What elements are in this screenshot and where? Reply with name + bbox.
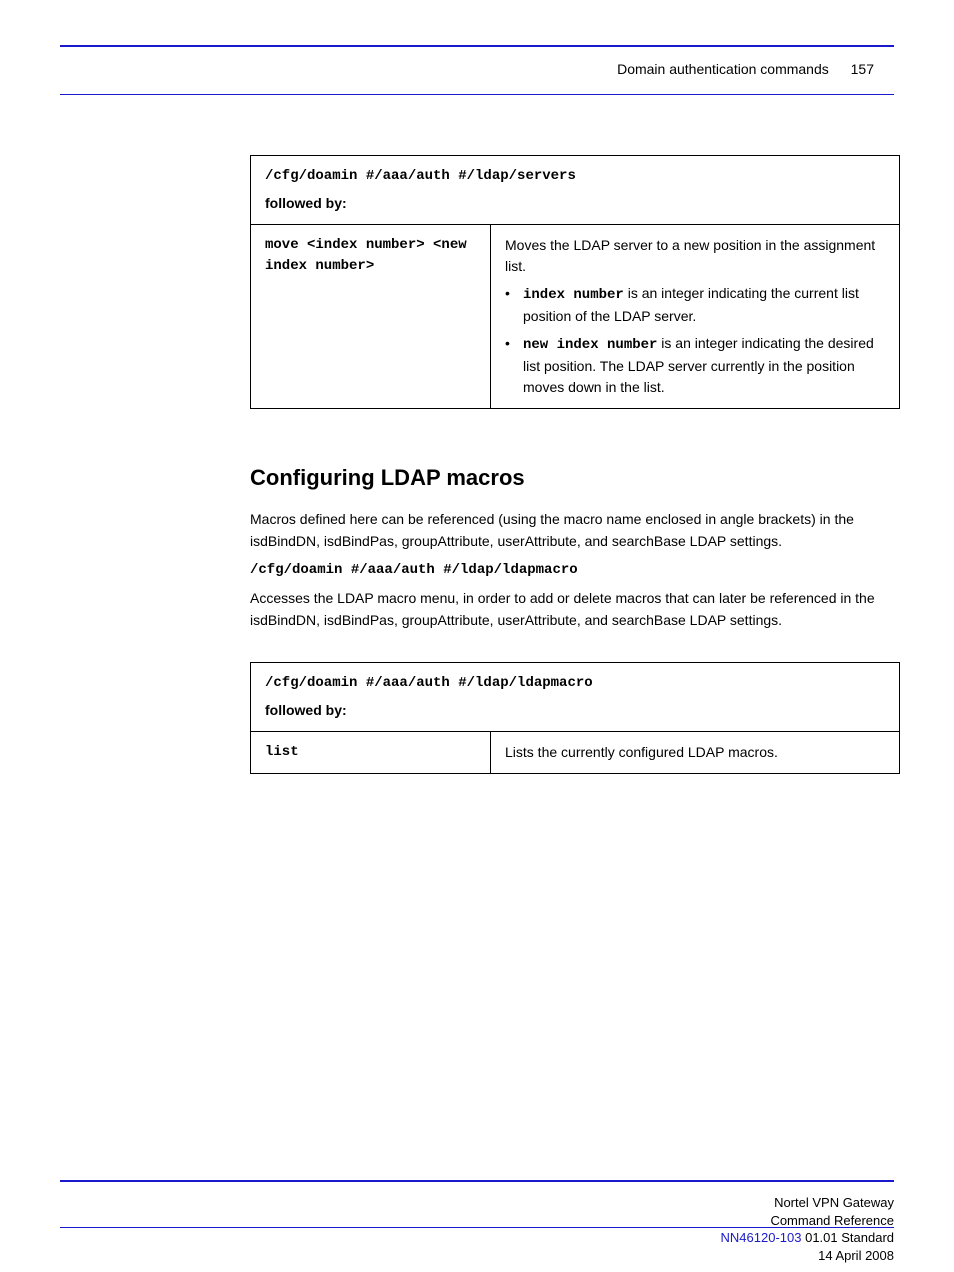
footer-line2: Command Reference [721,1212,894,1230]
footer-text: Nortel VPN Gateway Command Reference NN4… [721,1194,894,1264]
section-command-desc: Accesses the LDAP macro menu, in order t… [250,588,900,631]
table1-r1-bullet2-text: new index number is an integer indicatin… [523,333,885,398]
header-right: Domain authentication commands 157 [617,61,894,77]
header-page-number: 157 [851,61,874,77]
page-header: Domain authentication commands 157 [60,45,894,95]
table1-r1-intro: Moves the LDAP server to a new position … [505,235,885,277]
footer-line1: Nortel VPN Gateway [721,1194,894,1212]
bullet-dot-icon: • [505,333,523,354]
footer-line4: 14 April 2008 [721,1247,894,1265]
table1-row1-left-line1: move <index number> <new [265,235,476,256]
table1-row1-left: move <index number> <new index number> [251,225,491,409]
table1-header-cell: /cfg/doamin #/aaa/auth #/ldap/servers fo… [251,156,900,225]
table2-caption: followed by: [265,700,885,721]
table2-header-cell: /cfg/doamin #/aaa/auth #/ldap/ldapmacro … [251,662,900,731]
table1-r1-b1-label: index number [523,287,624,303]
section-intro-para: Macros defined here can be referenced (u… [250,509,900,552]
footer-doc-rev: 01.01 Standard [805,1230,894,1245]
table1-row1-left-line2: index number> [265,256,476,277]
table2-path: /cfg/doamin #/aaa/auth #/ldap/ldapmacro [265,673,885,694]
table2-row1-left: list [251,731,491,773]
table1-r1-bullet1: • index number is an integer indicating … [505,283,885,327]
main-content: /cfg/doamin #/aaa/auth #/ldap/servers fo… [250,155,900,774]
page-footer: Nortel VPN Gateway Command Reference NN4… [60,1180,894,1228]
table1-r1-bullet1-text: index number is an integer indicating th… [523,283,885,327]
table1-caption: followed by: [265,193,885,214]
footer-line3: NN46120-103 01.01 Standard [721,1229,894,1247]
bullet-dot-icon: • [505,283,523,304]
footer-doc-number: NN46120-103 [721,1230,806,1245]
table-ldap-servers: /cfg/doamin #/aaa/auth #/ldap/servers fo… [250,155,900,409]
table1-r1-bullet2: • new index number is an integer indicat… [505,333,885,398]
table2-row1-right: Lists the currently configured LDAP macr… [491,731,900,773]
section-command-path: /cfg/doamin #/aaa/auth #/ldap/ldapmacro [250,562,900,578]
header-section-label: Domain authentication commands [617,61,829,77]
section-heading-ldap-macros: Configuring LDAP macros [250,465,900,491]
table1-row1-right: Moves the LDAP server to a new position … [491,225,900,409]
table1-r1-b2-label: new index number [523,337,657,353]
table-ldapmacro: /cfg/doamin #/aaa/auth #/ldap/ldapmacro … [250,662,900,774]
table1-path: /cfg/doamin #/aaa/auth #/ldap/servers [265,166,885,187]
